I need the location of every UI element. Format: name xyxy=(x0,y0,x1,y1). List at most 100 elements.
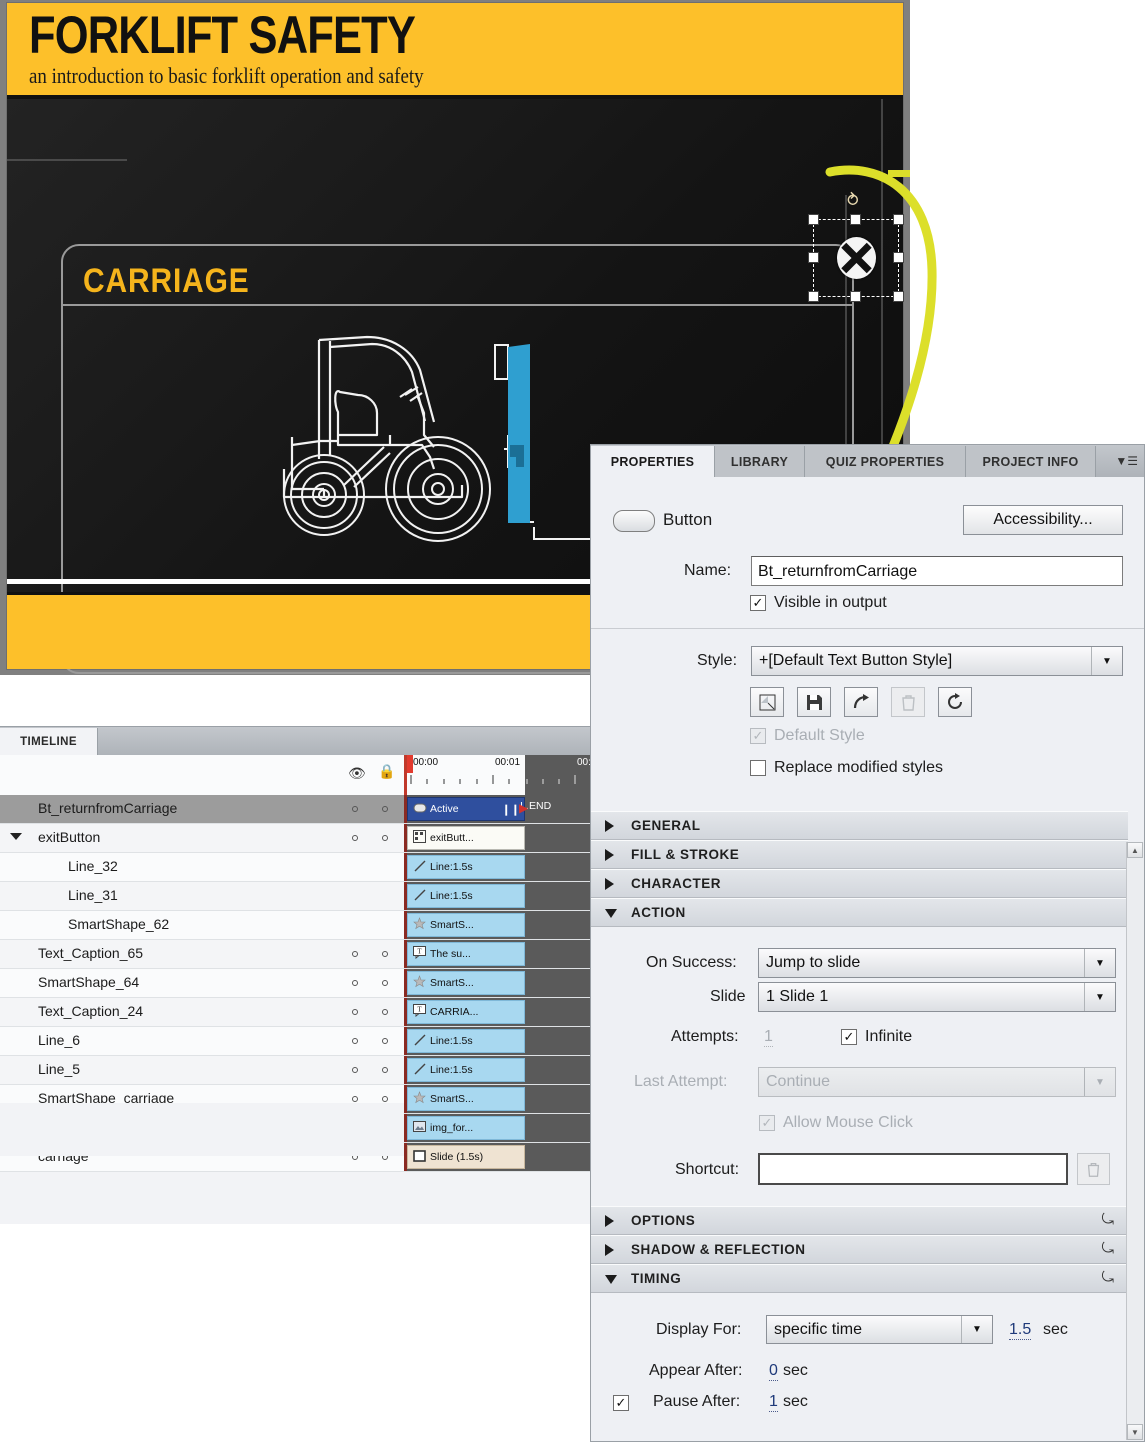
timeline-bar[interactable]: img_for... xyxy=(407,1116,525,1140)
handle-nw[interactable] xyxy=(808,214,819,225)
handle-w[interactable] xyxy=(808,252,819,263)
row-lock-toggle[interactable] xyxy=(382,835,388,841)
appear-after-value[interactable]: 0 xyxy=(769,1362,778,1381)
timeline-bar[interactable]: Slide (1.5s) xyxy=(407,1145,525,1169)
row-visibility-toggle[interactable] xyxy=(352,835,358,841)
section-options[interactable]: OPTIONS ⤿ xyxy=(591,1206,1128,1235)
reset-style-icon[interactable] xyxy=(938,687,972,717)
lock-icon[interactable]: 🔒 xyxy=(378,763,395,780)
timeline-bar[interactable]: Line:1.5s xyxy=(407,884,525,908)
section-action[interactable]: ACTION xyxy=(591,898,1128,927)
on-success-select[interactable]: Jump to slide ▼ xyxy=(758,948,1116,978)
row-visibility-toggle[interactable] xyxy=(352,1096,358,1102)
timeline-track[interactable]: exitButt... xyxy=(404,824,600,852)
timeline-row[interactable]: Text_Caption_65 T The su... xyxy=(0,940,600,969)
reset-section-icon[interactable]: ⤿ xyxy=(1102,1240,1115,1257)
shortcut-input[interactable] xyxy=(758,1153,1068,1185)
timeline-track[interactable]: Line:1.5s xyxy=(404,1027,600,1055)
tab-quiz-properties[interactable]: QUIZ PROPERTIES xyxy=(805,446,966,477)
handle-e[interactable] xyxy=(893,252,904,263)
timeline-track[interactable]: Line:1.5s xyxy=(404,882,600,910)
replace-modified-styles-checkbox[interactable] xyxy=(750,760,766,776)
name-input[interactable]: Bt_returnfromCarriage xyxy=(751,556,1123,586)
handle-ne[interactable] xyxy=(893,214,904,225)
handle-se[interactable] xyxy=(893,291,904,302)
slide-select[interactable]: 1 Slide 1 ▼ xyxy=(758,982,1116,1012)
scroll-down-icon[interactable]: ▼ xyxy=(1127,1424,1143,1440)
timeline-bar[interactable]: T The su... xyxy=(407,942,525,966)
new-style-icon[interactable] xyxy=(750,687,784,717)
row-lock-toggle[interactable] xyxy=(382,980,388,986)
handle-n[interactable] xyxy=(850,214,861,225)
chevron-down-icon[interactable]: ▼ xyxy=(961,1316,992,1343)
close-x-icon[interactable] xyxy=(837,237,876,279)
section-timing[interactable]: TIMING ⤿ xyxy=(591,1264,1128,1293)
timeline-row[interactable]: SmartShape_62 SmartS... xyxy=(0,911,600,940)
eye-icon[interactable]: 👁 xyxy=(348,765,366,782)
tab-timeline[interactable]: TIMELINE xyxy=(0,728,98,755)
row-visibility-toggle[interactable] xyxy=(352,1038,358,1044)
timeline-track[interactable]: T CARRIA... xyxy=(404,998,600,1026)
handle-s[interactable] xyxy=(850,291,861,302)
timeline-track[interactable]: SmartS... xyxy=(404,1085,600,1113)
timeline-row[interactable]: Line_32 Line:1.5s xyxy=(0,853,600,882)
timeline-row[interactable]: exitButton exitButt... xyxy=(0,824,600,853)
timeline-bar[interactable]: T CARRIA... xyxy=(407,1000,525,1024)
timeline-track[interactable]: Line:1.5s xyxy=(404,1056,600,1084)
properties-scrollbar[interactable]: ▲ ▼ xyxy=(1126,842,1144,1440)
row-lock-toggle[interactable] xyxy=(382,1009,388,1015)
reset-section-icon[interactable]: ⤿ xyxy=(1102,1211,1115,1228)
section-general[interactable]: GENERAL xyxy=(591,811,1128,840)
panel-menu-icon[interactable]: ▼☰ xyxy=(1115,454,1138,468)
expand-toggle-icon[interactable] xyxy=(10,833,22,840)
row-lock-toggle[interactable] xyxy=(382,951,388,957)
tab-project-info[interactable]: PROJECT INFO xyxy=(966,446,1096,477)
infinite-checkbox[interactable]: ✓ xyxy=(841,1029,857,1045)
timeline-track[interactable]: Slide (1.5s) xyxy=(404,1143,600,1171)
attempts-value[interactable]: 1 xyxy=(764,1028,773,1047)
chevron-down-icon[interactable]: ▼ xyxy=(1084,983,1115,1011)
timeline-bar[interactable]: SmartS... xyxy=(407,913,525,937)
visible-in-output-checkbox[interactable]: ✓ xyxy=(750,595,766,611)
timeline-bar[interactable]: exitButt... xyxy=(407,826,525,850)
timeline-row[interactable]: SmartShape_64 SmartS... xyxy=(0,969,600,998)
section-shadow-reflection[interactable]: SHADOW & REFLECTION ⤿ xyxy=(591,1235,1128,1264)
pause-after-value[interactable]: 1 xyxy=(769,1393,778,1412)
chevron-down-icon[interactable]: ▼ xyxy=(1084,949,1115,977)
timeline-track[interactable]: Line:1.5s xyxy=(404,853,600,881)
timeline-bar[interactable]: Line:1.5s xyxy=(407,855,525,879)
style-select[interactable]: +[Default Text Button Style] ▼ xyxy=(751,646,1123,676)
timeline-row[interactable]: Text_Caption_24 T CARRIA... xyxy=(0,998,600,1027)
section-fill-stroke[interactable]: FILL & STROKE xyxy=(591,840,1128,869)
timeline-bar[interactable]: SmartS... xyxy=(407,1087,525,1111)
timeline-track[interactable]: img_for... xyxy=(404,1114,600,1142)
timeline-track[interactable]: T The su... xyxy=(404,940,600,968)
timeline-track[interactable]: SmartS... xyxy=(404,969,600,997)
timeline-bar[interactable]: Active ❙❙ xyxy=(407,797,525,821)
chevron-down-icon[interactable]: ▼ xyxy=(1091,647,1122,675)
display-for-select[interactable]: specific time ▼ xyxy=(766,1315,993,1344)
row-lock-toggle[interactable] xyxy=(382,806,388,812)
timeline-bar[interactable]: Line:1.5s xyxy=(407,1058,525,1082)
pause-after-checkbox[interactable]: ✓ xyxy=(613,1395,629,1411)
row-visibility-toggle[interactable] xyxy=(352,1067,358,1073)
timeline-ruler[interactable]: 00:00 00:01 00: xyxy=(404,755,600,795)
timeline-row[interactable]: Line_31 Line:1.5s xyxy=(0,882,600,911)
tab-library[interactable]: LIBRARY xyxy=(715,446,805,477)
row-lock-toggle[interactable] xyxy=(382,1096,388,1102)
row-lock-toggle[interactable] xyxy=(382,1067,388,1073)
timeline-row[interactable]: Bt_returnfromCarriage Active ❙❙ I.. ▶ END xyxy=(0,795,600,824)
display-for-seconds[interactable]: 1.5 xyxy=(1009,1321,1032,1340)
row-visibility-toggle[interactable] xyxy=(352,980,358,986)
timeline-bar[interactable]: SmartS... xyxy=(407,971,525,995)
timeline-track[interactable]: Active ❙❙ I.. ▶ END xyxy=(404,795,600,823)
handle-sw[interactable] xyxy=(808,291,819,302)
row-visibility-toggle[interactable] xyxy=(352,806,358,812)
reset-section-icon[interactable]: ⤿ xyxy=(1102,1269,1115,1286)
row-lock-toggle[interactable] xyxy=(382,1038,388,1044)
rotate-handle[interactable]: ⥁ xyxy=(847,191,867,211)
timeline-row[interactable]: Line_6 Line:1.5s xyxy=(0,1027,600,1056)
accessibility-button[interactable]: Accessibility... xyxy=(963,505,1123,535)
row-visibility-toggle[interactable] xyxy=(352,951,358,957)
tab-properties[interactable]: PROPERTIES xyxy=(591,446,715,477)
